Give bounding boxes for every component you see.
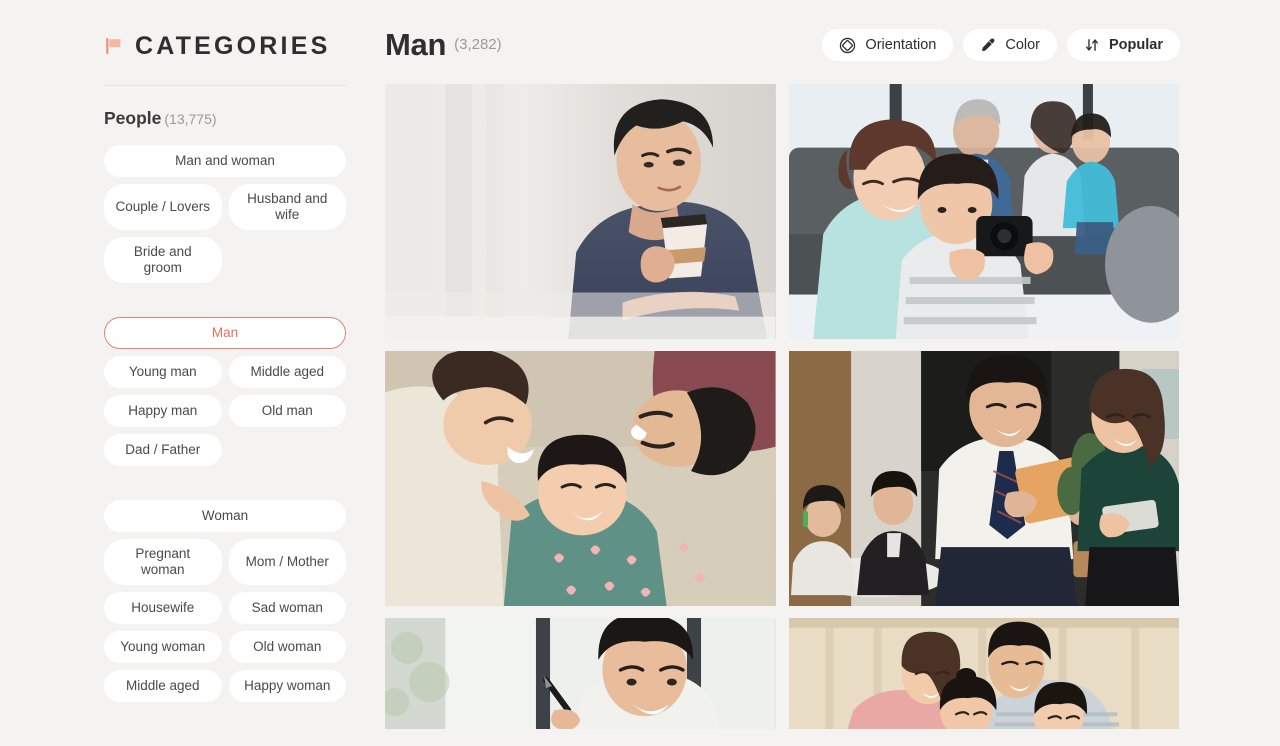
eyedropper-icon <box>980 37 996 53</box>
flag-icon <box>104 36 124 56</box>
category-pill-pregnant-woman[interactable]: Pregnant woman <box>104 538 222 585</box>
pill-group-woman: Woman Pregnant woman Mom / Mother Housewife… <box>104 499 346 702</box>
gallery-item-photo-man-pen[interactable] <box>385 618 776 729</box>
sidebar: CATEGORIES People (13,775) Man and woman C… <box>0 0 365 746</box>
category-pill-happy-woman[interactable]: Happy woman <box>228 669 346 702</box>
main-header: Man (3,282) Orientation Color Popular <box>385 22 1180 68</box>
orientation-icon <box>839 37 856 54</box>
photo-man-pen <box>385 618 776 729</box>
category-pill-man[interactable]: Man <box>104 316 346 349</box>
sidebar-divider <box>104 85 346 86</box>
photo-office-tablet <box>788 351 1179 606</box>
sidebar-group-name: People <box>104 108 162 128</box>
category-pill-bride-and-groom[interactable]: Bride and groom <box>104 236 222 283</box>
sort-icon <box>1084 37 1100 53</box>
category-browser-page: CATEGORIES People (13,775) Man and woman C… <box>0 0 1280 746</box>
image-gallery-grid <box>385 84 1179 729</box>
sort-filter-label: Popular <box>1109 37 1163 53</box>
pill-group-spacer <box>104 466 346 484</box>
gallery-item-photo-family-lying[interactable] <box>385 351 776 606</box>
category-pill-young-man[interactable]: Young man <box>104 355 222 388</box>
sidebar-group-title: People (13,775) <box>104 108 345 129</box>
category-pill-husband-and-wife[interactable]: Husband and wife <box>228 184 346 230</box>
gallery-item-photo-family-portrait[interactable] <box>788 618 1179 729</box>
gallery-item-photo-office-tablet[interactable] <box>788 351 1179 606</box>
pill-group-spacer <box>104 283 346 301</box>
category-pill-middle-aged[interactable]: Middle aged <box>104 669 222 702</box>
category-pill-old-woman[interactable]: Old woman <box>228 630 346 663</box>
sort-filter-button[interactable]: Popular <box>1067 29 1180 61</box>
main-content: Man (3,282) Orientation Color Popular <box>365 0 1280 746</box>
orientation-filter-label: Orientation <box>865 37 937 53</box>
category-pill-woman[interactable]: Woman <box>104 499 346 532</box>
filter-toolbar: Orientation Color Popular <box>822 29 1180 61</box>
category-pill-dad-father[interactable]: Dad / Father <box>104 433 222 466</box>
color-filter-label: Color <box>1005 37 1041 53</box>
category-pill-couple-lovers[interactable]: Couple / Lovers <box>104 184 222 230</box>
pill-group-man-and-woman: Man and woman Couple / Lovers Husband and … <box>104 145 346 283</box>
photo-man-coffee <box>385 84 776 339</box>
category-pill-young-woman[interactable]: Young woman <box>104 630 222 663</box>
category-pill-housewife[interactable]: Housewife <box>104 591 222 624</box>
category-pill-man-and-woman[interactable]: Man and woman <box>104 145 346 177</box>
category-pill-sad-woman[interactable]: Sad woman <box>228 591 346 624</box>
category-pill-mom-mother[interactable]: Mom / Mother <box>228 538 346 585</box>
page-title: Man <box>385 27 447 62</box>
category-pill-sections: Man and woman Couple / Lovers Husband and … <box>104 145 346 702</box>
photo-family-portrait <box>788 618 1179 729</box>
color-filter-button[interactable]: Color <box>963 29 1058 61</box>
gallery-item-photo-family-camera[interactable] <box>788 84 1179 339</box>
orientation-filter-button[interactable]: Orientation <box>822 29 954 61</box>
categories-title: CATEGORIES <box>135 31 331 60</box>
category-pill-old-man[interactable]: Old man <box>228 394 346 427</box>
category-pill-middle-aged[interactable]: Middle aged <box>228 355 346 388</box>
sidebar-group-count: (13,775) <box>164 111 217 127</box>
gallery-item-photo-man-coffee[interactable] <box>385 84 776 339</box>
photo-family-camera <box>788 84 1179 339</box>
category-pill-happy-man[interactable]: Happy man <box>104 394 222 427</box>
page-result-count: (3,282) <box>454 35 502 53</box>
photo-family-lying <box>385 351 776 606</box>
categories-header: CATEGORIES <box>104 28 345 64</box>
pill-group-man: Man Young man Middle aged Happy man Old man D… <box>104 316 346 466</box>
